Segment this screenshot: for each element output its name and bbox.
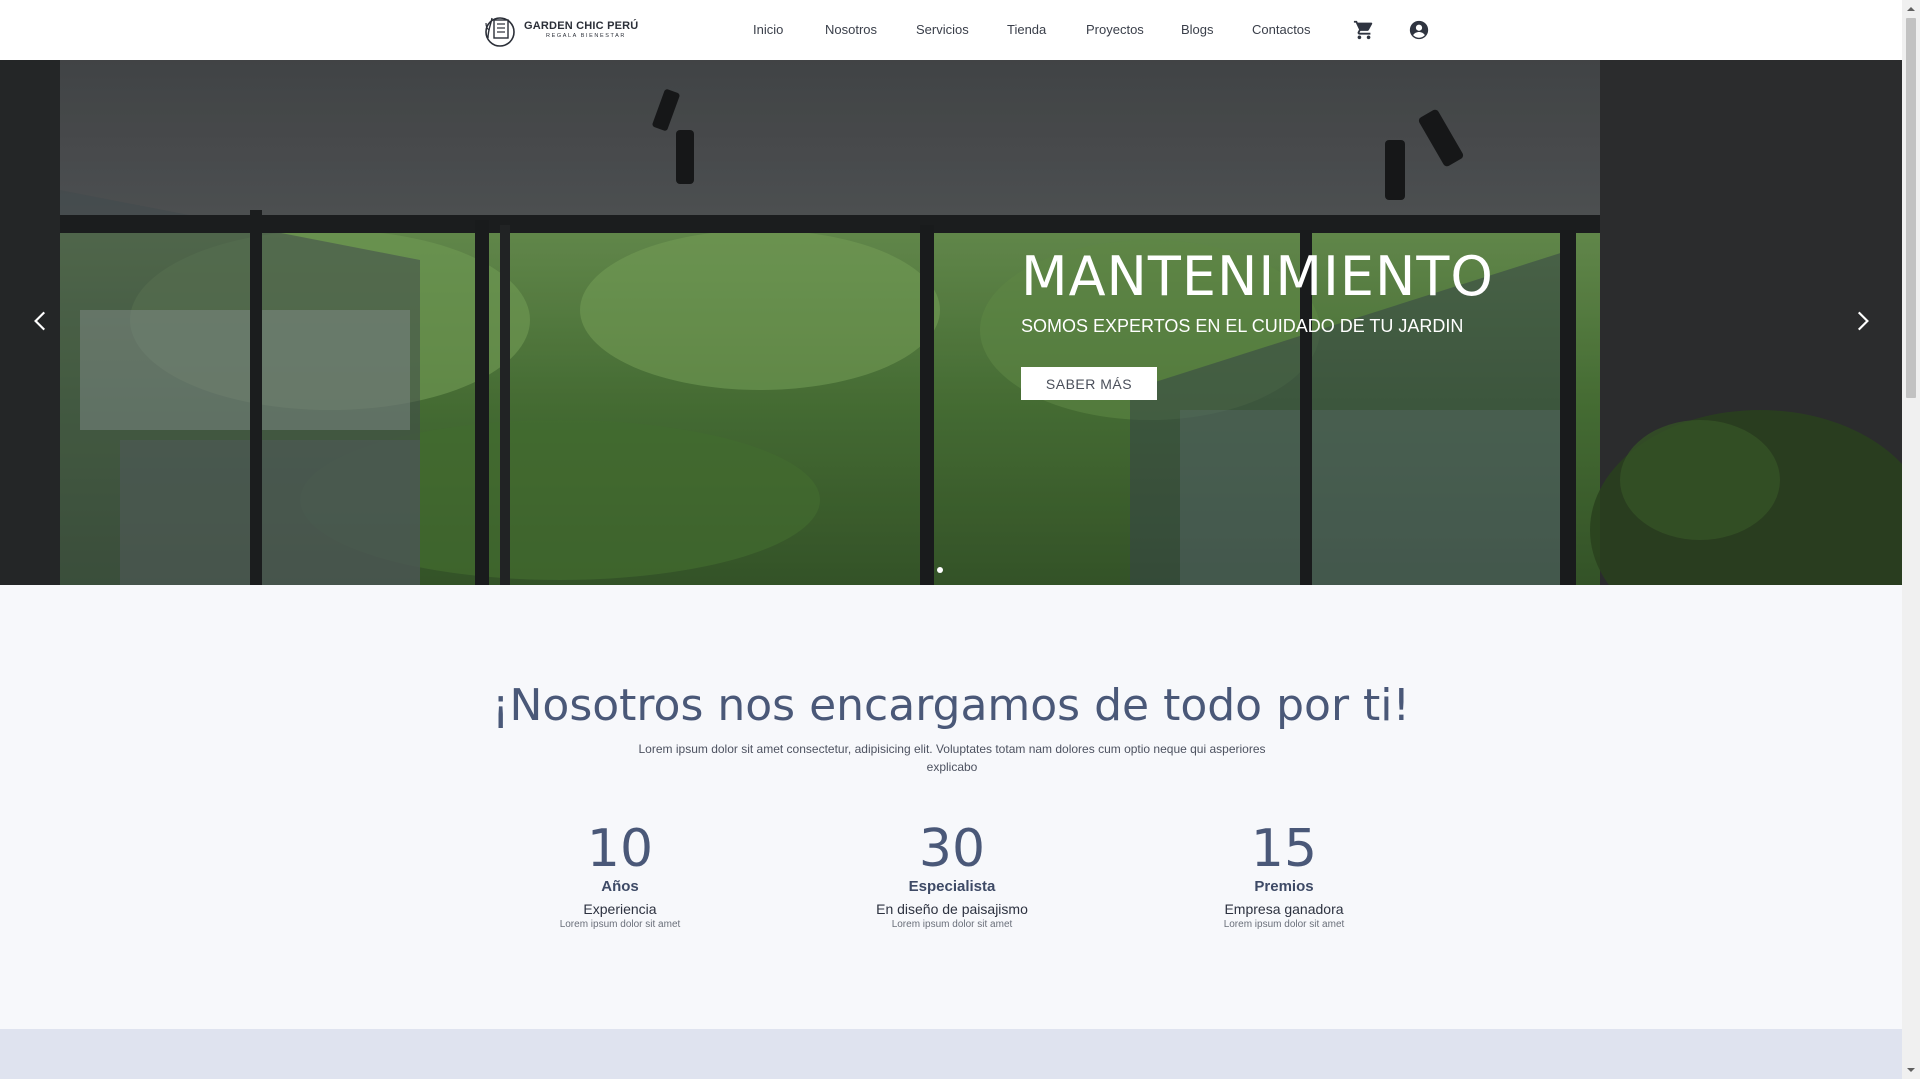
cart-icon[interactable] xyxy=(1353,19,1375,41)
stat-note: Lorem ipsum dolor sit amet xyxy=(1223,919,1345,930)
top-navbar: GARDEN CHIC PERÚ REGALA BIENESTAR Inicio… xyxy=(0,0,1902,61)
nav-item-blogs[interactable]: Blogs xyxy=(1181,22,1214,37)
stat-card-premios: 15 Premios Empresa ganadora Lorem ipsum … xyxy=(1174,820,1394,930)
stat-description: En diseño de paisajismo xyxy=(876,901,1028,917)
stat-label: Especialista xyxy=(908,878,996,895)
stat-label: Años xyxy=(601,878,639,895)
stat-card-especialista: 30 Especialista En diseño de paisajismo … xyxy=(842,820,1062,930)
scroll-down-arrow-icon[interactable] xyxy=(1906,1065,1916,1075)
page-scrollbar[interactable] xyxy=(1902,0,1920,1079)
stat-description: Experiencia xyxy=(583,901,657,917)
brand-name: GARDEN CHIC PERÚ xyxy=(524,19,639,32)
chevron-right-icon[interactable] xyxy=(1849,308,1875,334)
section-headline: ¡Nosotros nos encargamos de todo por ti! xyxy=(491,680,1411,731)
chevron-left-icon[interactable] xyxy=(28,308,54,334)
nav-item-nosotros[interactable]: Nosotros xyxy=(825,22,877,37)
garden-logo-icon xyxy=(485,17,515,47)
hero-subtitle: SOMOS EXPERTOS EN EL CUIDADO DE TU JARDI… xyxy=(1021,316,1464,336)
stat-note: Lorem ipsum dolor sit amet xyxy=(891,919,1013,930)
scrollbar-thumb[interactable] xyxy=(1906,18,1916,398)
stat-number: 30 xyxy=(918,819,986,879)
nav-item-proyectos[interactable]: Proyectos xyxy=(1086,22,1144,37)
stat-description: Empresa ganadora xyxy=(1224,901,1344,917)
brand-tagline: REGALA BIENESTAR xyxy=(546,32,626,39)
hero-background-image xyxy=(0,60,1902,585)
next-section-band xyxy=(0,1029,1902,1079)
hero-carousel: MANTENIMIENTO SOMOS EXPERTOS EN EL CUIDA… xyxy=(0,60,1902,585)
scroll-up-arrow-icon[interactable] xyxy=(1906,4,1916,14)
carousel-indicator-active[interactable] xyxy=(937,567,943,573)
stat-card-anos: 10 Años Experiencia Lorem ipsum dolor si… xyxy=(510,820,730,930)
account-circle-icon[interactable] xyxy=(1408,19,1430,41)
stat-number: 10 xyxy=(586,819,654,879)
nav-item-servicios[interactable]: Servicios xyxy=(916,22,969,37)
stat-number: 15 xyxy=(1250,819,1318,879)
stat-label: Premios xyxy=(1254,878,1314,895)
saber-mas-button[interactable]: SABER MÁS xyxy=(1021,367,1157,400)
brand-logo[interactable]: GARDEN CHIC PERÚ REGALA BIENESTAR xyxy=(482,10,638,50)
nav-item-tienda[interactable]: Tienda xyxy=(1007,22,1046,37)
section-lead-text: Lorem ipsum dolor sit amet consectetur, … xyxy=(638,742,1266,774)
nav-item-contactos[interactable]: Contactos xyxy=(1252,22,1311,37)
nav-item-inicio[interactable]: Inicio xyxy=(753,22,783,37)
hero-title: MANTENIMIENTO xyxy=(1021,245,1494,308)
stat-note: Lorem ipsum dolor sit amet xyxy=(559,919,681,930)
